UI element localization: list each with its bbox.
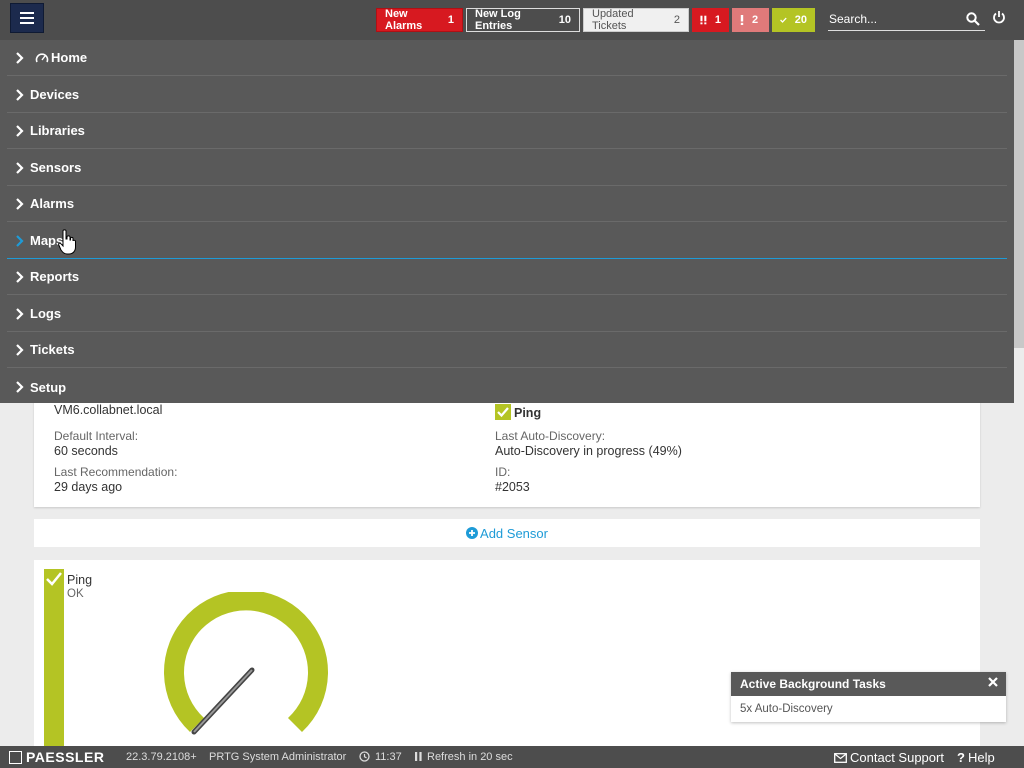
power-icon[interactable] — [992, 10, 1006, 24]
double-exclamation-icon — [700, 15, 707, 25]
chevron-right-icon — [16, 161, 24, 174]
nav-label-home: Home — [51, 50, 88, 65]
exclamation-icon — [740, 15, 744, 25]
add-sensor-button[interactable]: Add Sensor — [34, 519, 980, 547]
chevron-right-icon — [16, 381, 24, 393]
nav-label-reports: Reports — [30, 269, 80, 284]
updated-tickets-badge[interactable]: Updated Tickets 2 — [583, 8, 689, 32]
chevron-right-icon — [16, 124, 24, 137]
ok-sensors-badge[interactable]: 20 — [772, 8, 815, 32]
check-icon — [780, 17, 787, 23]
clock-icon — [359, 751, 370, 762]
new-log-entries-label: New Log Entries — [475, 8, 521, 32]
recommendation-label: Last Recommendation: — [54, 465, 178, 479]
nav-item-maps[interactable]: Maps — [7, 223, 1007, 259]
version-text: 22.3.79.2108+ — [126, 751, 197, 763]
chevron-right-icon — [16, 270, 24, 283]
nav-label-sensors: Sensors — [30, 160, 82, 175]
nav-label-devices: Devices — [30, 87, 80, 102]
recommendation-value: 29 days ago — [54, 480, 123, 494]
logo-mark-icon — [9, 750, 22, 764]
background-tasks-header: Active Background Tasks — [731, 672, 1006, 696]
background-tasks-title: Active Background Tasks — [740, 677, 886, 691]
interval-value: 60 seconds — [54, 444, 118, 458]
background-tasks-panel: Active Background Tasks 5x Auto-Discover… — [731, 672, 1006, 722]
nav-item-tickets[interactable]: Tickets — [7, 332, 1007, 368]
discovery-label: Last Auto-Discovery: — [495, 429, 606, 443]
chevron-right-icon — [16, 307, 24, 320]
close-icon[interactable] — [988, 677, 998, 687]
down-sensors-count: 1 — [714, 14, 721, 26]
nav-item-alarms[interactable]: Alarms — [7, 186, 1007, 222]
paessler-logo: PAESSLER — [9, 749, 104, 765]
new-alarms-count: 1 — [447, 14, 454, 26]
add-sensor-label: Add Sensor — [480, 525, 548, 541]
id-value: #2053 — [495, 480, 530, 494]
footer-bar: PAESSLER 22.3.79.2108+ PRTG System Admin… — [0, 746, 1024, 768]
menu-icon — [20, 12, 34, 14]
updated-tickets-count: 2 — [673, 14, 680, 26]
nav-item-home[interactable]: Home — [7, 40, 1007, 76]
menu-icon-bar — [20, 17, 34, 19]
warning-sensors-count: 2 — [752, 14, 759, 26]
plus-circle-icon — [466, 527, 479, 539]
chevron-right-icon — [16, 88, 24, 101]
nav-item-devices[interactable]: Devices — [7, 77, 1007, 113]
menu-button[interactable] — [10, 3, 44, 33]
nav-label-tickets: Tickets — [30, 342, 75, 357]
down-sensors-badge[interactable]: 1 — [692, 8, 729, 32]
updated-tickets-label: Updated Tickets — [592, 8, 634, 32]
menu-icon-bar — [20, 22, 34, 24]
navigation-menu: Home Devices Libraries Sensors Alarms Ma… — [0, 40, 1014, 403]
nav-item-reports[interactable]: Reports — [7, 259, 1007, 295]
search-input[interactable]: Search... — [828, 12, 985, 31]
ping-sensor-label[interactable]: Ping — [514, 406, 541, 420]
sensor-status-bar — [44, 569, 64, 746]
interval-label: Default Interval: — [54, 429, 139, 443]
contact-support-link[interactable]: Contact Support — [834, 750, 944, 765]
question-icon: ? — [957, 750, 965, 765]
warning-sensors-badge[interactable]: 2 — [732, 8, 769, 32]
home-gauge-icon — [35, 52, 49, 62]
user-name[interactable]: PRTG System Administrator — [209, 751, 346, 763]
nav-label-setup: Setup — [30, 379, 67, 395]
device-host: VM6.collabnet.local — [54, 403, 163, 417]
nav-label-alarms: Alarms — [30, 196, 75, 211]
ok-sensors-count: 20 — [794, 14, 807, 26]
chevron-right-icon — [16, 51, 24, 64]
nav-label-logs: Logs — [30, 306, 62, 321]
new-log-entries-count: 10 — [558, 14, 571, 26]
new-alarms-label: New Alarms — [385, 8, 423, 32]
brand-name: PAESSLER — [26, 749, 105, 765]
chevron-right-icon — [16, 234, 24, 247]
contact-support-label: Contact Support — [850, 750, 944, 765]
pause-icon[interactable] — [415, 752, 422, 761]
envelope-icon — [834, 752, 847, 763]
chevron-right-icon — [16, 343, 24, 356]
hand-cursor-icon — [58, 229, 76, 255]
chevron-right-icon — [16, 197, 24, 210]
nav-label-libraries: Libraries — [30, 123, 85, 138]
id-label: ID: — [495, 465, 511, 479]
sensor-status: OK — [67, 588, 84, 600]
scrollbar-thumb[interactable] — [1014, 40, 1024, 348]
clock-time: 11:37 — [375, 751, 402, 763]
check-icon — [46, 572, 62, 586]
background-task-item[interactable]: 5x Auto-Discovery — [731, 696, 1006, 722]
new-log-entries-badge[interactable]: New Log Entries 10 — [466, 8, 580, 32]
ping-status-check-icon — [495, 404, 511, 420]
sensor-name[interactable]: Ping — [67, 573, 92, 587]
sensor-gauge — [164, 592, 328, 735]
nav-item-sensors[interactable]: Sensors — [7, 150, 1007, 186]
help-link[interactable]: ? Help — [957, 750, 995, 765]
top-bar: New Alarms 1 New Log Entries 10 Updated … — [0, 0, 1024, 40]
discovery-value: Auto-Discovery in progress (49%) — [495, 444, 682, 458]
nav-item-libraries[interactable]: Libraries — [7, 113, 1007, 149]
help-label: Help — [967, 750, 995, 765]
nav-item-logs[interactable]: Logs — [7, 296, 1007, 332]
new-alarms-badge[interactable]: New Alarms 1 — [376, 8, 463, 32]
search-icon[interactable] — [966, 12, 980, 26]
refresh-timer[interactable]: Refresh in 20 sec — [427, 751, 513, 763]
nav-item-setup[interactable]: Setup — [7, 369, 1007, 405]
